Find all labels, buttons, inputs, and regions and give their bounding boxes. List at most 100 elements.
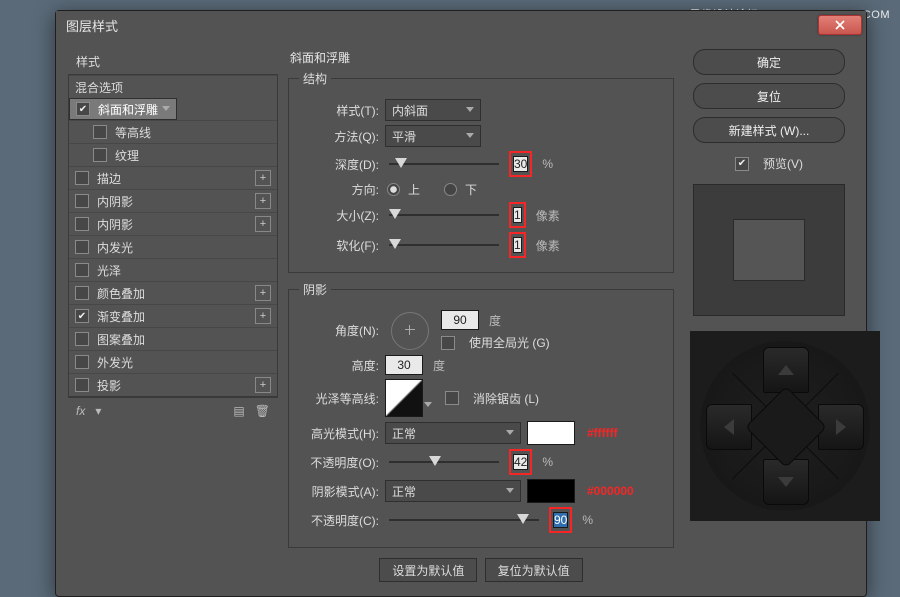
styles-panel: 样式 混合选项 斜面和浮雕等高线纹理描边+内阴影+内阴影+内发光光泽颜色叠加+渐…: [68, 49, 278, 584]
size-unit: 像素: [536, 207, 560, 224]
style-label: 渐变叠加: [97, 308, 145, 325]
arrow-up-icon: [778, 365, 794, 375]
chevron-down-icon: [424, 402, 432, 407]
gloss-contour-picker[interactable]: [385, 379, 423, 417]
percent-unit-2: %: [582, 513, 593, 527]
style-checkbox[interactable]: [75, 217, 89, 231]
global-light-checkbox[interactable]: [441, 336, 455, 350]
styles-header: 样式: [68, 49, 278, 74]
preview-checkbox[interactable]: [735, 157, 749, 171]
structure-group: 结构 样式(T): 内斜面 方法(Q): 平滑 深度(D): 30 % 方向:: [288, 70, 674, 273]
angle-input[interactable]: 90: [441, 310, 479, 330]
shadow-opacity-highlight: 90: [549, 507, 572, 533]
style-select[interactable]: 内斜面: [385, 99, 481, 121]
style-checkbox[interactable]: [75, 240, 89, 254]
add-effect-button[interactable]: +: [255, 285, 271, 301]
shadow-color-swatch[interactable]: [527, 479, 575, 503]
fx-menu-icon[interactable]: ▾: [95, 404, 101, 418]
trash-icon[interactable]: 🗑: [255, 404, 270, 418]
percent-unit: %: [542, 455, 553, 469]
altitude-unit: 度: [433, 357, 445, 374]
style-label: 样式(T):: [299, 102, 379, 119]
add-effect-button[interactable]: +: [255, 308, 271, 324]
make-default-button[interactable]: 设置为默认值: [379, 558, 477, 582]
add-effect-button[interactable]: +: [255, 216, 271, 232]
dpad-overlay: [690, 331, 880, 521]
style-checkbox[interactable]: [76, 102, 90, 116]
size-input[interactable]: 1: [513, 207, 522, 223]
style-label: 内阴影: [97, 193, 133, 210]
style-checkbox[interactable]: [75, 309, 89, 323]
highlight-opacity-input[interactable]: 42: [513, 454, 528, 470]
highlight-mode-select[interactable]: 正常: [385, 422, 521, 444]
arrow-right-icon: [836, 419, 846, 435]
style-row[interactable]: 内阴影 +: [69, 189, 277, 212]
style-row[interactable]: 投影 +: [69, 373, 277, 396]
depth-highlight: 30: [509, 151, 532, 177]
style-label: 投影: [97, 377, 121, 394]
angle-label: 角度(N):: [299, 322, 379, 339]
style-row[interactable]: 图案叠加: [69, 327, 277, 350]
titlebar: 图层样式: [56, 11, 866, 39]
add-effect-button[interactable]: +: [255, 170, 271, 186]
cancel-button[interactable]: 复位: [693, 83, 845, 109]
style-checkbox[interactable]: [75, 194, 89, 208]
highlight-mode-label: 高光模式(H):: [299, 425, 379, 442]
highlight-opacity-highlight: 42: [509, 449, 532, 475]
style-row[interactable]: 光泽: [69, 258, 277, 281]
preview-swatch: [733, 219, 805, 281]
antialias-checkbox[interactable]: [445, 391, 459, 405]
style-label: 颜色叠加: [97, 285, 145, 302]
style-row[interactable]: 纹理: [69, 143, 277, 166]
depth-slider[interactable]: [389, 157, 499, 171]
style-checkbox[interactable]: [75, 332, 89, 346]
style-checkbox[interactable]: [75, 355, 89, 369]
soften-input[interactable]: 1: [513, 237, 522, 253]
soften-highlight: 1: [509, 232, 526, 258]
soften-slider[interactable]: [389, 238, 499, 252]
style-checkbox[interactable]: [75, 171, 89, 185]
highlight-color-swatch[interactable]: [527, 421, 575, 445]
blending-options-row[interactable]: 混合选项: [69, 75, 277, 98]
new-style-button[interactable]: 新建样式 (W)...: [693, 117, 845, 143]
size-slider[interactable]: [389, 208, 499, 222]
reset-default-button[interactable]: 复位为默认值: [485, 558, 583, 582]
soften-unit: 像素: [536, 237, 560, 254]
style-checkbox[interactable]: [75, 378, 89, 392]
style-row[interactable]: 斜面和浮雕: [69, 98, 177, 120]
shadow-opacity-slider[interactable]: [389, 513, 539, 527]
angle-dial[interactable]: [391, 312, 429, 350]
direction-down-radio[interactable]: [444, 183, 457, 196]
highlight-opacity-slider[interactable]: [389, 455, 499, 469]
style-row[interactable]: 渐变叠加 +: [69, 304, 277, 327]
style-row[interactable]: 外发光: [69, 350, 277, 373]
style-row[interactable]: 颜色叠加 +: [69, 281, 277, 304]
method-select[interactable]: 平滑: [385, 125, 481, 147]
add-effect-button[interactable]: +: [255, 377, 271, 393]
layers-icon[interactable]: ▤: [233, 404, 244, 418]
style-checkbox[interactable]: [93, 148, 107, 162]
style-checkbox[interactable]: [75, 263, 89, 277]
style-row[interactable]: 内发光: [69, 235, 277, 258]
shadow-opacity-input[interactable]: 90: [553, 512, 568, 528]
altitude-input[interactable]: 30: [385, 355, 423, 375]
shadow-opacity-label: 不透明度(C):: [299, 512, 379, 529]
close-button[interactable]: [818, 15, 862, 35]
shadow-mode-select[interactable]: 正常: [385, 480, 521, 502]
direction-up-radio[interactable]: [387, 183, 400, 196]
window-title: 图层样式: [66, 16, 118, 35]
structure-legend: 结构: [299, 70, 331, 87]
style-row[interactable]: 内阴影+: [69, 212, 277, 235]
ok-button[interactable]: 确定: [693, 49, 845, 75]
style-row[interactable]: 等高线: [69, 120, 277, 143]
direction-down-label: 下: [465, 181, 477, 198]
depth-input[interactable]: 30: [513, 156, 528, 172]
add-effect-button[interactable]: +: [255, 193, 271, 209]
fx-icon[interactable]: fx: [76, 404, 85, 418]
style-label: 内发光: [97, 239, 133, 256]
style-row[interactable]: 描边+: [69, 166, 277, 189]
style-label: 光泽: [97, 262, 121, 279]
direction-label: 方向:: [299, 181, 379, 198]
style-checkbox[interactable]: [93, 125, 107, 139]
style-checkbox[interactable]: [75, 286, 89, 300]
